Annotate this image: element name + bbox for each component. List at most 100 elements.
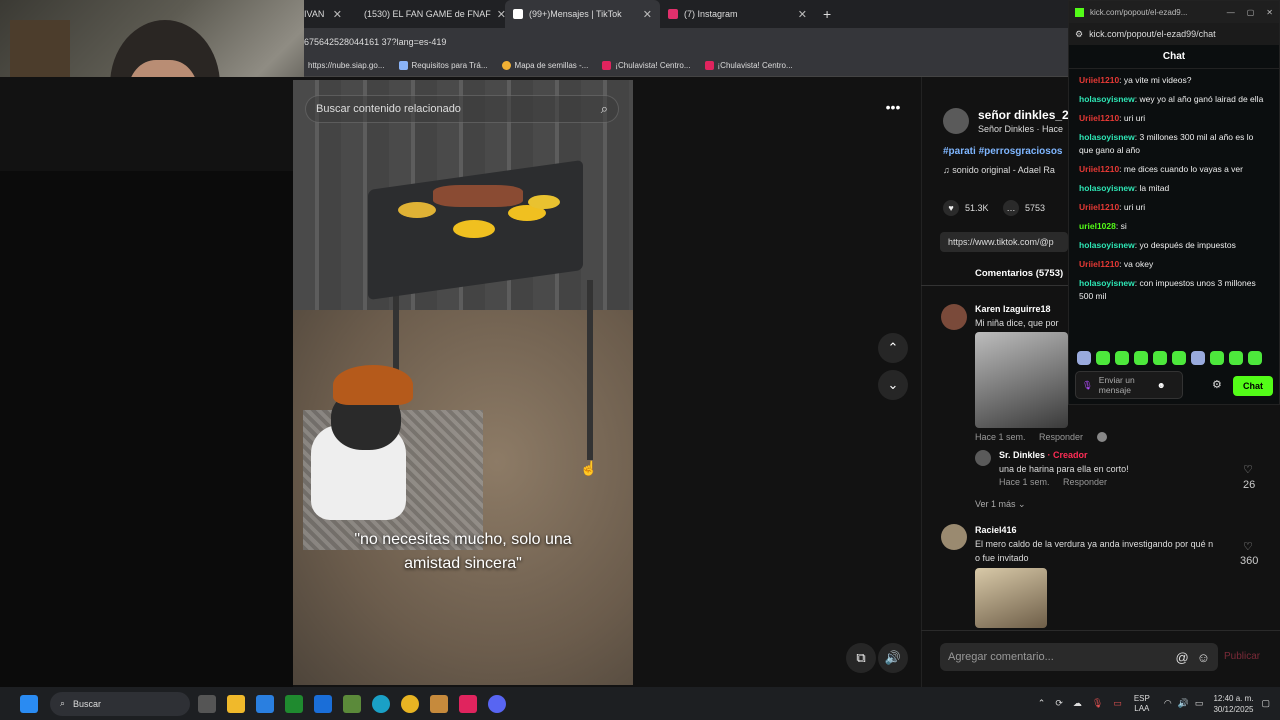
reply-author[interactable]: Sr. Dinkles · Creador	[999, 450, 1088, 460]
chat-message-input[interactable]: 🎙 Enviar un mensaje ☻	[1075, 371, 1183, 399]
tiktok-app-icon[interactable]	[459, 694, 477, 713]
emote-icon[interactable]	[1172, 351, 1186, 365]
next-video-button[interactable]: ⌄	[878, 370, 908, 400]
comment-image[interactable]	[975, 568, 1047, 628]
maximize-icon[interactable]: ▢	[1247, 8, 1255, 17]
chat-settings-icon[interactable]: ⚙	[1212, 378, 1222, 391]
author-name[interactable]: señor dinkles_2	[978, 108, 1068, 122]
kick-titlebar: kick.com/popout/el-ezad9... — ▢ ✕	[1069, 1, 1279, 23]
comment-time: Hace 1 sem.	[975, 432, 1026, 442]
bookmark-item[interactable]: ¡Chulavista! Centro...	[602, 61, 691, 70]
comment-author[interactable]: Karen Izaguirre18	[975, 304, 1051, 314]
chrome-icon[interactable]	[401, 694, 419, 713]
emote-icon[interactable]	[1096, 351, 1110, 365]
task-view-icon[interactable]	[198, 694, 216, 713]
sync-icon[interactable]: ⟳	[1055, 698, 1063, 709]
notifications-icon[interactable]: ▢	[1261, 698, 1270, 709]
microphone-icon[interactable]: 🎙	[1082, 380, 1093, 390]
tab-instagram[interactable]: (7) Instagram ✕	[660, 0, 815, 28]
view-more-replies[interactable]: Ver 1 más ⌄	[975, 499, 1026, 510]
like-heart-icon[interactable]: ♡	[1243, 463, 1253, 476]
previous-video-button[interactable]: ⌃	[878, 333, 908, 363]
mention-icon[interactable]: @	[1176, 650, 1189, 665]
microphone-icon[interactable]: 🎙	[1092, 698, 1103, 709]
close-icon[interactable]: ✕	[1266, 8, 1273, 17]
tray-overflow-icon[interactable]: ⌃	[1038, 698, 1046, 709]
comment-button[interactable]: … 5753	[1003, 200, 1045, 216]
minimize-icon[interactable]: —	[1227, 8, 1235, 17]
post-hashtags[interactable]: #parati #perrosgraciosos	[943, 146, 1068, 157]
outlook-icon[interactable]	[314, 694, 332, 713]
battery-icon[interactable]: ▭	[1195, 698, 1204, 709]
tab-youtube[interactable]: (1530) EL FAN GAME de FNAF ✕	[350, 0, 506, 28]
volume-button[interactable]: 🔊	[878, 643, 908, 673]
emote-icon[interactable]	[1134, 351, 1148, 365]
windows-start-icon[interactable]	[20, 694, 38, 713]
edge-icon[interactable]	[372, 694, 390, 713]
like-button[interactable]: ♥ 51.3K	[943, 200, 989, 216]
close-icon[interactable]: ✕	[798, 8, 807, 21]
discord-icon[interactable]	[488, 694, 506, 713]
clock[interactable]: 12:40 a. m. 30/12/2025	[1213, 693, 1253, 715]
send-chat-button[interactable]: Chat	[1233, 376, 1273, 396]
bookmark-item[interactable]: https://nube.siap.go...	[308, 61, 385, 70]
publish-button[interactable]: Publicar	[1224, 651, 1260, 662]
share-link[interactable]: https://www.tiktok.com/@p	[940, 232, 1068, 252]
post-sound[interactable]: ♫ sonido original - Adael Ra	[943, 165, 1068, 175]
wifi-icon[interactable]: ◠	[1164, 698, 1172, 709]
battery-warning-icon[interactable]: ▭	[1113, 698, 1122, 709]
video-player[interactable]: "no necesitas mucho, solo una amistad si…	[293, 80, 633, 685]
app-icon[interactable]	[430, 694, 448, 713]
site-settings-icon: ⚙	[1075, 28, 1084, 39]
bookmark-item[interactable]: Requisitos para Trá...	[398, 61, 488, 70]
comment-image[interactable]	[975, 332, 1068, 428]
avatar[interactable]	[975, 450, 991, 466]
left-backdrop	[0, 171, 293, 687]
minecraft-icon[interactable]	[343, 694, 361, 713]
language-indicator[interactable]: ESP LAA	[1134, 694, 1150, 714]
cloud-icon[interactable]: ☁	[1073, 698, 1082, 709]
comment-author[interactable]: Raciel416	[975, 525, 1017, 535]
emote-icon[interactable]	[1248, 351, 1262, 365]
bookmark-item[interactable]: ¡Chulavista! Centro...	[704, 61, 793, 70]
reply-button[interactable]: Responder	[1063, 477, 1107, 487]
new-tab-button[interactable]: +	[815, 0, 839, 28]
emoji-icon[interactable]: ☺	[1197, 650, 1210, 665]
emote-icon[interactable]	[1191, 351, 1205, 365]
reply-button[interactable]: Responder	[1039, 432, 1083, 442]
bookmark-item[interactable]: Mapa de semillas -...	[501, 61, 588, 70]
taskbar-search[interactable]: ⌕ Buscar	[50, 691, 190, 716]
tab-comments[interactable]: Comentarios (5753)	[975, 268, 1063, 279]
add-comment-input[interactable]: Agregar comentario... @ ☺	[940, 643, 1218, 671]
emote-icon[interactable]	[1153, 351, 1167, 365]
avatar[interactable]	[941, 304, 967, 330]
tab-tiktok[interactable]: (99+)Mensajes | TikTok ✕	[505, 0, 660, 28]
chat-message: Uriiel1210: ya vite mi videos?	[1079, 75, 1192, 85]
author-avatar[interactable]	[943, 108, 969, 134]
avatar[interactable]	[941, 524, 967, 550]
xbox-icon[interactable]	[285, 694, 303, 713]
emoji-icon[interactable]: ☻	[1157, 380, 1166, 390]
chat-message: holasoyisnew: con impuestos unos 3 millo…	[1079, 278, 1256, 301]
chat-heading: Chat	[1069, 45, 1279, 69]
pip-button[interactable]: ⧉	[846, 643, 876, 673]
address-bar[interactable]: 675642528044161 37?lang=es-419	[304, 28, 1068, 55]
emote-icon[interactable]	[1229, 351, 1243, 365]
volume-icon[interactable]: 🔊	[1178, 698, 1189, 709]
emote-icon[interactable]	[1210, 351, 1224, 365]
like-heart-icon[interactable]: ♡	[1243, 540, 1253, 553]
close-icon[interactable]: ✕	[333, 8, 342, 21]
emote-icon[interactable]	[1115, 351, 1129, 365]
chat-messages: Uriiel1210: ya vite mi videos? holasoyis…	[1069, 69, 1279, 306]
tab-ivan[interactable]: IVAN ✕	[304, 0, 350, 28]
more-options-button[interactable]: •••	[878, 92, 908, 122]
close-icon[interactable]: ✕	[643, 8, 652, 21]
file-explorer-icon[interactable]	[227, 694, 245, 713]
volume-icon: 🔊	[884, 650, 902, 665]
search-icon[interactable]: ⌕	[601, 101, 608, 117]
kick-address-bar[interactable]: ⚙ kick.com/popout/el-ezad99/chat	[1069, 23, 1279, 45]
related-search-input[interactable]: Buscar contenido relacionado ⌕	[305, 95, 619, 123]
store-icon[interactable]	[256, 694, 274, 713]
emote-icon[interactable]	[1077, 351, 1091, 365]
chat-message: Uriiel1210: uri uri	[1079, 202, 1146, 212]
